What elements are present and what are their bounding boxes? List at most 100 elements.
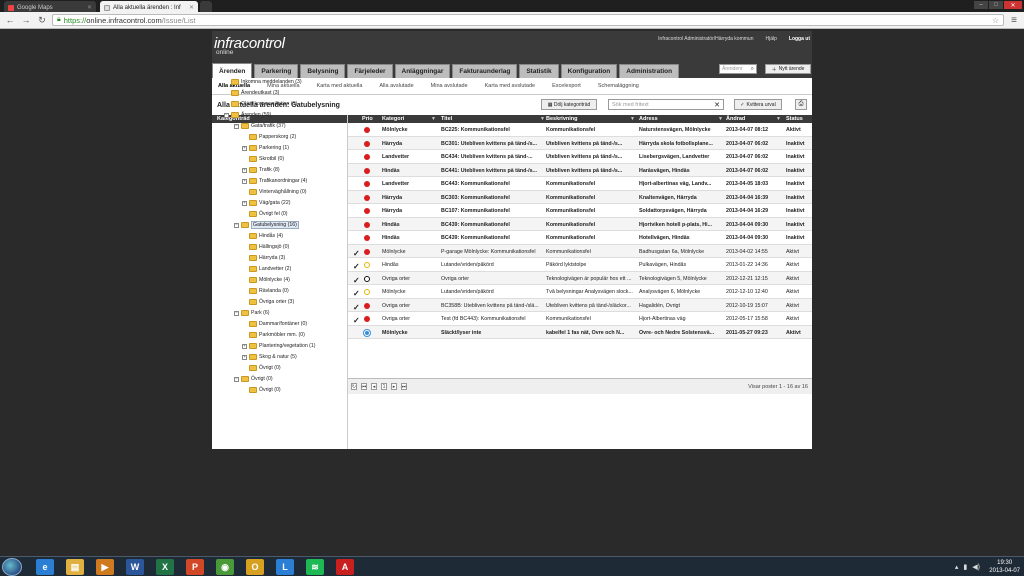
new-tab-button[interactable] [200,1,212,12]
tree-node[interactable]: Parkmöbler mm. (0) [242,330,305,340]
tree-node[interactable]: Papperskorg (2) [242,132,296,142]
table-row[interactable]: ✓ Mölnlycke P-garage Mölnlycke: Kommunikat… [348,244,812,258]
subnav-mina-avslutade[interactable]: Mina avslutade [431,83,468,89]
tree-node[interactable]: Ärendeutkast (3) [224,88,279,98]
tab-fakturaunderlag[interactable]: Fakturaunderlag [452,64,518,78]
tree-node[interactable]: − Park (6) [234,308,269,318]
filter-icon[interactable]: ▼ [540,116,545,122]
close-tab-icon[interactable]: ✕ [87,4,92,11]
expand-icon[interactable]: + [242,167,247,173]
volume-icon[interactable]: ◀) [972,563,980,571]
next-page-icon[interactable]: ▸ [391,383,397,390]
tab-parkering[interactable]: Parkering [254,64,299,78]
tree-node[interactable]: Oläst kommunikation (1) [224,99,297,109]
tree-node[interactable]: Dammar/fontäner (0) [242,319,307,329]
close-window-icon[interactable]: ✕ [1004,1,1022,9]
outlook-icon[interactable]: O [246,559,264,575]
table-row[interactable]: ✓ Mölnlycke Lutande/vriden/påkörd Två belys… [348,285,812,299]
table-row[interactable]: Mölnlycke BC225: Kommunikationsfel Kommuni… [348,123,812,137]
collapse-icon[interactable]: − [234,222,239,228]
table-row[interactable]: ✓ Övriga orter Övriga orter Teknologivägen … [348,271,812,285]
bookmark-star-icon[interactable]: ☆ [992,16,999,25]
tree-node[interactable]: + Skog & natur (5) [242,352,297,362]
start-button[interactable] [2,558,22,576]
table-row[interactable]: ✓ Övriga orter BC358B: Utebliven kvittens … [348,298,812,312]
collapse-icon[interactable]: − [234,376,239,382]
filter-icon[interactable]: ▼ [718,116,723,122]
forward-arrow-icon[interactable]: → [20,14,32,26]
word-icon[interactable]: W [126,559,144,575]
chrome-icon[interactable]: ◉ [216,559,234,575]
close-tab-icon[interactable]: ✕ [189,4,194,11]
table-row[interactable]: Hindås BC441: Utebliven kvittens på tänd-… [348,163,812,177]
tree-node[interactable]: Rävlanda (0) [242,286,289,296]
tab-anlaggningar[interactable]: Anläggningar [394,64,451,78]
table-row[interactable]: ✓ Övriga orter Test (fd BC443): Kommunikat… [348,312,812,326]
collapse-icon[interactable]: − [234,123,239,129]
browser-menu-icon[interactable]: ≡ [1008,14,1020,26]
col-status[interactable]: Status [786,116,803,122]
browser-tab-active[interactable]: Alla aktuella ärenden : Inf ✕ [100,1,198,12]
tree-node[interactable]: Hällingsjö (0) [242,242,289,252]
tab-belysning[interactable]: Belysning [300,64,346,78]
ie-icon[interactable]: e [36,559,54,575]
clear-icon[interactable]: ✕ [714,101,720,109]
subnav-schemalaggning[interactable]: Schemaläggning [598,83,639,89]
acknowledge-selection-button[interactable]: ✓ Kvittera urval [734,99,782,110]
subnav-karta-avslutade[interactable]: Karta med avslutade [485,83,535,89]
subnav-karta-aktuella[interactable]: Karta med aktuella [317,83,363,89]
back-arrow-icon[interactable]: ← [4,14,16,26]
browser-tab-google-maps[interactable]: Google Maps ✕ [4,1,96,12]
table-row[interactable]: Härryda BC301: Utebliven kvittens på tänd… [348,136,812,150]
table-row[interactable]: Härryda BC303: Kommunikationsfel Kommunika… [348,190,812,204]
table-row[interactable]: Härryda BC107: Kommunikationsfel Kommunika… [348,204,812,218]
new-issue-button[interactable]: ＋ Nytt ärende [765,64,811,74]
subnav-alla-avslutade[interactable]: Alla avslutade [379,83,413,89]
tree-node[interactable]: + Trafik (8) [242,165,280,175]
tree-node[interactable]: Inkomna meddelanden (3) [224,77,302,87]
col-kategori[interactable]: Kategori [382,116,404,122]
col-titel[interactable]: Titel [441,116,452,122]
tree-node[interactable]: − Gata/trafik (37) [234,121,286,131]
first-page-icon[interactable]: ⏮ [361,383,367,390]
filter-icon[interactable]: ▼ [630,116,635,122]
tree-node[interactable]: Övriga orter (3) [242,297,294,307]
tree-node[interactable]: Vinterväghållning (0) [242,187,307,197]
tray-arrow-icon[interactable]: ▴ [955,563,959,571]
tree-node[interactable]: − Övrigt (0) [234,374,273,384]
prev-page-icon[interactable]: ◂ [371,383,377,390]
hide-category-tree-button[interactable]: ▦ Dölj kategoriträd [541,99,597,110]
tree-node[interactable]: Landvetter (2) [242,264,291,274]
expand-icon[interactable]: + [242,200,247,206]
tree-node[interactable]: Härryda (3) [242,253,285,263]
tab-konfiguration[interactable]: Konfiguration [560,64,618,78]
tree-node[interactable]: Skrotbil (0) [242,154,284,164]
clock[interactable]: 19:30 2013-04-07 [989,559,1020,575]
print-icon[interactable]: ⎙ [795,99,807,110]
tree-node[interactable]: + Väg/gata (22) [242,198,290,208]
logout-link[interactable]: Logga ut [789,36,810,42]
expand-icon[interactable]: + [242,178,247,184]
subnav-excelexport[interactable]: Excelexport [552,83,581,89]
issue-number-search-input[interactable]: Ärendenr ⌕ [719,64,757,74]
tree-node[interactable]: + Trafikanordningar (4) [242,176,307,186]
table-row[interactable]: Landvetter BC434: Utebliven kvittens på t… [348,150,812,164]
col-beskrivning[interactable]: Beskrivning [546,116,577,122]
tab-statistik[interactable]: Statistik [519,64,559,78]
tree-node[interactable]: − Ärenden (59) [224,110,271,120]
tree-node[interactable]: Övrigt (0) [242,385,281,395]
explorer-icon[interactable]: ▤ [66,559,84,575]
search-icon[interactable]: ⌕ [751,66,754,73]
media-icon[interactable]: ▶ [96,559,114,575]
table-row[interactable]: Mölnlycke Släckt/lyser inte kabelfel 1 fas… [348,325,812,339]
spotify-icon[interactable]: ≋ [306,559,324,575]
tree-node[interactable]: Hindås (4) [242,231,283,241]
last-page-icon[interactable]: ⏭ [401,383,407,390]
table-row[interactable]: Landvetter BC443: Kommunikationsfel Kommun… [348,177,812,191]
tree-node[interactable]: Mölnlycke (4) [242,275,290,285]
tab-farjeleder[interactable]: Färjeleder [347,64,393,78]
table-row[interactable]: ✓ Hindås Lutande/vriden/påkörd Påkörd lykts… [348,258,812,272]
help-link[interactable]: Hjälp [765,36,776,42]
col-andrad[interactable]: Ändrad [726,116,745,122]
network-icon[interactable]: ▮ [963,563,967,571]
